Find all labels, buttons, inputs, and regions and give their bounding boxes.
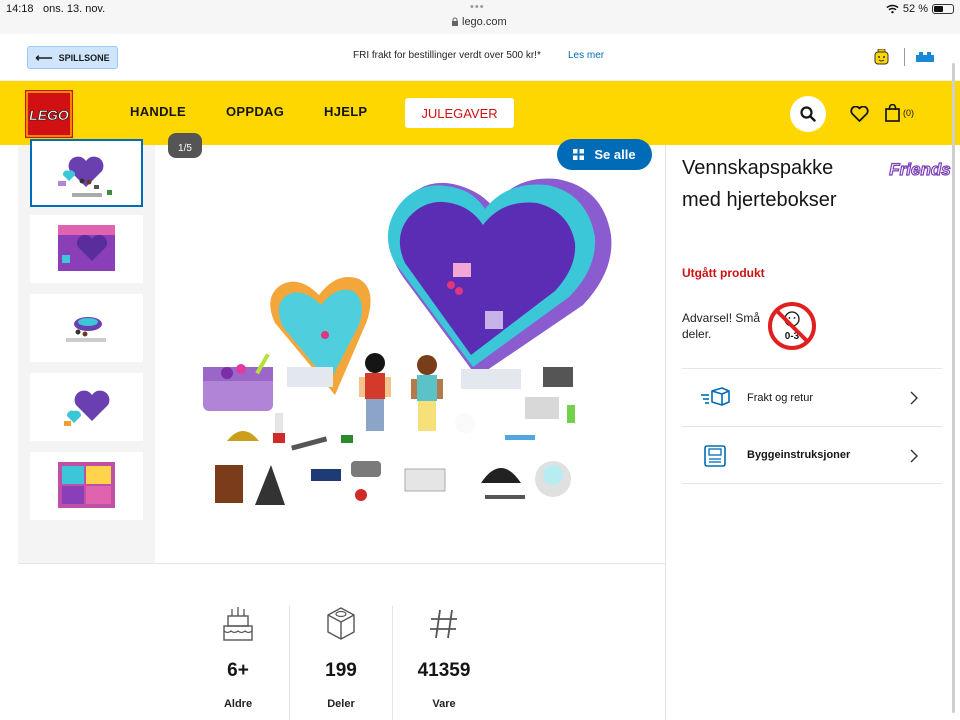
thumbnail-1[interactable] <box>30 139 143 207</box>
promo-link[interactable]: Les mer <box>568 50 604 61</box>
spec-pieces: 199 Deler <box>289 606 393 720</box>
playzone-button[interactable]: ⟵ SPILLSONE <box>27 46 118 69</box>
svg-text:Friends: Friends <box>889 160 950 179</box>
shopping-bag-icon <box>885 104 900 122</box>
spec-age-value: 6+ <box>227 660 249 681</box>
lego-logo[interactable]: LEGO <box>25 90 73 138</box>
instructions-icon <box>704 445 726 467</box>
cart-count: (0) <box>903 108 914 118</box>
thumbnail-4[interactable] <box>30 373 143 441</box>
panel-divider <box>665 145 666 720</box>
small-parts-warning: Advarsel! Små deler. <box>682 311 761 341</box>
status-bar: 14:18 ons. 13. nov. ••• lego.com 52 % <box>0 0 960 34</box>
lego-brick-icon[interactable] <box>916 52 934 62</box>
chevron-right-icon <box>910 449 918 463</box>
shipping-returns-row[interactable]: Frakt og retur <box>682 368 942 426</box>
product-title: Vennskapspakke med hjertebokser <box>682 157 837 211</box>
url-text: lego.com <box>462 16 507 28</box>
shipping-returns-label: Frakt og retur <box>747 391 814 404</box>
thumbnail-5[interactable] <box>30 452 143 520</box>
chevron-right-icon <box>910 391 918 405</box>
svg-text:LEGO: LEGO <box>29 107 69 123</box>
more-dots-icon[interactable]: ••• <box>470 1 485 13</box>
lock-icon <box>452 17 458 26</box>
battery-percent: 52 % <box>902 3 928 15</box>
thumbnail-strip <box>18 139 155 563</box>
banner-divider <box>904 48 905 66</box>
promo-text: FRI frakt for bestillinger verdt over 50… <box>353 50 541 61</box>
nav-item-hjelp[interactable]: HJELP <box>324 104 367 119</box>
thumbnail-3[interactable] <box>30 294 143 362</box>
main-navigation: LEGO HANDLE OPPDAG HJELP JULEGAVER (0) <box>0 81 960 145</box>
search-button[interactable] <box>790 96 826 132</box>
age-warning-icon: 0-3 <box>768 302 816 350</box>
address-bar[interactable]: lego.com <box>451 16 507 28</box>
product-status: Utgått produkt <box>682 266 765 280</box>
spec-pieces-label: Deler <box>327 698 355 710</box>
hash-icon <box>430 609 457 639</box>
friends-logo[interactable]: Friends <box>884 155 956 185</box>
spec-age: 6+ Aldre <box>186 606 290 720</box>
status-date: ons. 13. nov. <box>43 3 106 15</box>
search-icon <box>800 106 816 122</box>
spec-item-number: 41359 Vare <box>392 606 496 720</box>
spec-item-value: 41359 <box>417 660 471 681</box>
thumbnail-2[interactable] <box>30 215 143 283</box>
shipping-icon <box>701 387 730 406</box>
arrow-left-icon: ⟵ <box>35 50 53 65</box>
wifi-icon <box>886 4 899 14</box>
spec-item-label: Vare <box>432 698 456 710</box>
building-instructions-label: Byggeinstruksjoner <box>747 449 851 461</box>
nav-item-handle[interactable]: HANDLE <box>130 104 186 119</box>
status-time: 14:18 <box>6 3 34 15</box>
cart-button[interactable]: (0) <box>885 104 914 122</box>
gallery-bottom-border <box>18 563 665 564</box>
spec-pieces-value: 199 <box>325 660 357 681</box>
christmas-gifts-button[interactable]: JULEGAVER <box>405 98 514 128</box>
product-photo <box>203 178 612 505</box>
building-instructions-row[interactable]: Byggeinstruksjoner <box>682 426 942 484</box>
main-product-image[interactable]: 1/5 Se alle <box>155 133 665 563</box>
brick-icon <box>327 607 355 640</box>
cake-icon <box>223 607 253 641</box>
minifig-head-icon[interactable] <box>874 49 889 66</box>
top-banner: ⟵ SPILLSONE FRI frakt for bestillinger v… <box>0 34 960 81</box>
spec-age-label: Aldre <box>223 698 253 710</box>
playzone-label: SPILLSONE <box>58 52 110 63</box>
page-scrollbar[interactable] <box>952 63 955 713</box>
battery-icon <box>932 4 954 14</box>
nav-item-oppdag[interactable]: OPPDAG <box>226 104 284 119</box>
wishlist-heart-icon[interactable] <box>850 106 869 122</box>
